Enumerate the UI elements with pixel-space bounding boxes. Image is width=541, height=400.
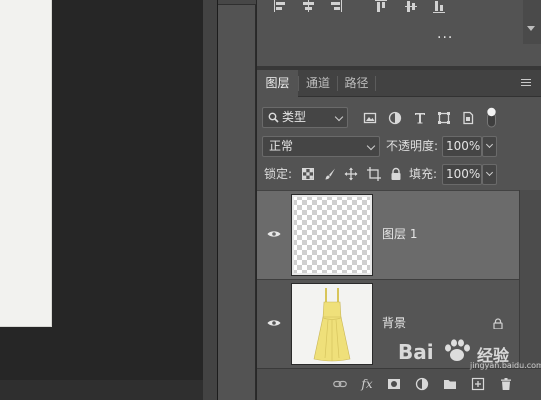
shape-filter-icon[interactable] bbox=[437, 111, 451, 125]
lock-image-pixels-icon[interactable] bbox=[323, 167, 337, 181]
lock-transparent-pixels-icon[interactable] bbox=[301, 167, 315, 181]
align-bottom-icon[interactable] bbox=[433, 0, 447, 14]
align-left-icon[interactable] bbox=[274, 0, 288, 14]
smart-object-filter-icon[interactable] bbox=[461, 111, 475, 125]
filter-type-label: 类型 bbox=[282, 110, 307, 124]
visibility-eye-icon[interactable] bbox=[267, 319, 281, 327]
align-right-icon[interactable] bbox=[329, 0, 343, 14]
layer-name[interactable]: 背景 bbox=[382, 314, 406, 331]
blend-mode-dropdown[interactable]: 正常 bbox=[262, 136, 380, 157]
panel-dock-divider[interactable] bbox=[203, 0, 218, 400]
document-canvas[interactable] bbox=[0, 0, 52, 327]
lock-all-icon[interactable] bbox=[389, 167, 403, 181]
align-horizontal-center-icon[interactable] bbox=[302, 0, 316, 14]
chevron-down-icon bbox=[485, 168, 494, 177]
folder-icon[interactable] bbox=[443, 377, 457, 391]
type-filter-icon[interactable] bbox=[413, 111, 427, 125]
image-filter-icon[interactable] bbox=[363, 111, 377, 125]
panel-tab-bar: 图层 通道 路径 bbox=[257, 70, 541, 98]
chevron-down-icon bbox=[485, 140, 494, 149]
layer-row-1[interactable]: 图层 1 bbox=[257, 191, 519, 279]
trash-icon[interactable] bbox=[499, 377, 513, 391]
tab-channels[interactable]: 通道 bbox=[299, 70, 337, 97]
align-panel: ... bbox=[257, 0, 541, 66]
align-vertical-center-icon[interactable] bbox=[405, 0, 419, 14]
fill-label: 填充: bbox=[409, 167, 438, 181]
align-panel-scrollbar[interactable] bbox=[523, 0, 541, 44]
filter-toggle-switch[interactable] bbox=[486, 107, 498, 129]
watermark-url: jingyan.baidu.com bbox=[470, 361, 541, 370]
paw-logo-icon bbox=[445, 339, 470, 361]
opacity-input[interactable]: 100% bbox=[442, 136, 482, 157]
layer-name[interactable]: 图层 1 bbox=[382, 225, 417, 242]
canvas-status-strip bbox=[0, 380, 203, 400]
mask-icon[interactable] bbox=[387, 377, 401, 391]
link-icon[interactable] bbox=[333, 377, 347, 391]
lock-position-icon[interactable] bbox=[344, 167, 358, 181]
yellow-dress-image bbox=[313, 288, 351, 362]
layer-filter-dropdown[interactable]: 类型 bbox=[262, 107, 348, 128]
collapsed-panel-column bbox=[218, 0, 256, 400]
layer-thumbnail-yellow-dress[interactable] bbox=[291, 283, 373, 365]
adjustment-icon[interactable] bbox=[415, 377, 429, 391]
scroll-down-icon[interactable] bbox=[527, 26, 535, 31]
fx-icon[interactable]: fx bbox=[360, 377, 374, 391]
fill-value: 100% bbox=[446, 167, 481, 181]
opacity-dropdown-button[interactable] bbox=[482, 136, 497, 157]
lock-icon bbox=[493, 318, 503, 329]
visibility-eye-icon[interactable] bbox=[267, 230, 281, 238]
tab-layers[interactable]: 图层 bbox=[257, 70, 298, 98]
new-layer-icon[interactable] bbox=[471, 377, 485, 391]
search-icon bbox=[268, 112, 279, 123]
canvas-area[interactable] bbox=[0, 0, 203, 400]
panel-menu-icon[interactable] bbox=[521, 79, 531, 87]
opacity-value: 100% bbox=[446, 139, 481, 153]
fill-dropdown-button[interactable] bbox=[482, 164, 497, 185]
chevron-down-icon bbox=[334, 112, 344, 122]
lock-label: 锁定: bbox=[264, 167, 293, 181]
opacity-label: 不透明度: bbox=[386, 139, 439, 153]
watermark-brand: Bai bbox=[398, 340, 434, 364]
layer-thumbnail-transparent[interactable] bbox=[291, 194, 373, 276]
chevron-down-icon bbox=[366, 141, 376, 151]
lock-artboard-icon[interactable] bbox=[367, 167, 381, 181]
adjustment-filter-icon[interactable] bbox=[388, 111, 402, 125]
blend-mode-value: 正常 bbox=[269, 139, 294, 153]
more-options-button[interactable]: ... bbox=[437, 26, 453, 42]
fill-input[interactable]: 100% bbox=[442, 164, 482, 185]
align-top-icon[interactable] bbox=[375, 0, 389, 14]
tab-paths[interactable]: 路径 bbox=[338, 70, 375, 97]
baidu-jingyan-watermark: Bai 经验 jingyan.baidu.com bbox=[398, 334, 541, 374]
